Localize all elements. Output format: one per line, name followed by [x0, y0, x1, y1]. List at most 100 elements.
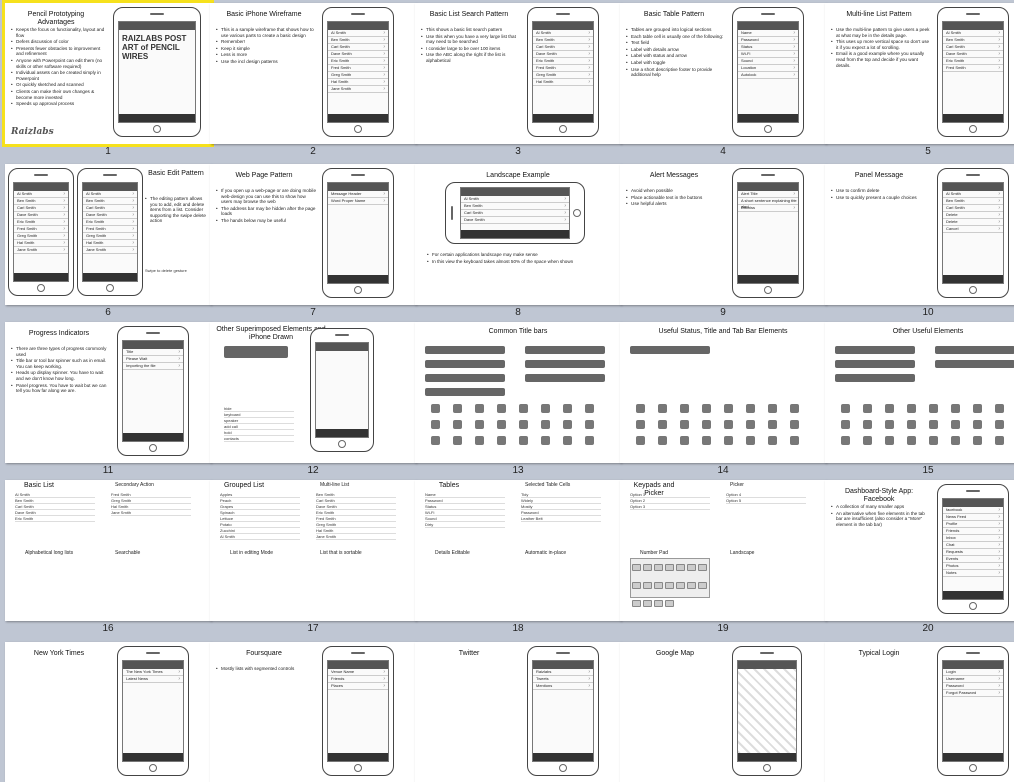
slide-thumbnail-20[interactable]: Dashboard-Style App: FacebookA collectio…	[825, 480, 1014, 621]
phone-screen: Al SmithBen SmithCarl SmithDave SmithEri…	[82, 182, 138, 282]
bullet-item: Defers discussion of color	[11, 39, 107, 45]
glyph-icon	[790, 420, 799, 429]
slide-number: 4	[720, 146, 726, 157]
list-row: Eric Smith	[14, 219, 68, 226]
list-row: Word Proper Name	[328, 198, 388, 205]
slide-thumbnail-21[interactable]: New York Times The New York TimesLatest N…	[5, 642, 211, 782]
iphone-wireframe: NamePasswordStatusWi-FiSoundLocationAuto…	[732, 7, 804, 137]
home-button-icon	[106, 284, 114, 292]
list-row: Ben Smith	[83, 198, 137, 205]
mini-list-row: Al Smith	[220, 534, 300, 540]
list-row: Notes	[943, 570, 1003, 577]
list-row: Fred Smith	[83, 226, 137, 233]
slide-thumbnail-9[interactable]: Alert Messages Avoid when possiblePlace a…	[620, 164, 826, 305]
glyph-icon	[973, 404, 982, 413]
slide-thumbnail-24[interactable]: Google Map	[620, 642, 826, 782]
list-row: Password	[943, 683, 1003, 690]
phone-screen	[315, 342, 369, 438]
mini-list: Tidy Widely Mostly Password Leather Belt	[521, 492, 601, 522]
iphone-wireframe: Al SmithBen SmithCarl SmithDave SmithEri…	[322, 7, 394, 137]
bullet-item: Each table cell is usually one of the fo…	[626, 34, 726, 40]
slide-thumbnail-4[interactable]: Basic Table Pattern Tables are grouped in…	[620, 3, 826, 144]
title-bar-sample: Save	[835, 360, 915, 374]
slide-thumbnail-22[interactable]: Foursquare Mostly lists with segmented co…	[210, 642, 416, 782]
slide-number: 15	[922, 465, 934, 476]
list-row: Events	[943, 556, 1003, 563]
glyph-icon	[929, 436, 938, 445]
slide-title: Alert Messages	[649, 172, 699, 179]
slide-thumbnail-23[interactable]: Twitter RaizlabsTweetsMentions	[415, 642, 621, 782]
mini-list-row: Option 3	[630, 504, 710, 510]
slide-cell: Alert Messages Avoid when possiblePlace a…	[620, 164, 826, 322]
speaker-icon	[146, 332, 160, 334]
title-bar-label: Button	[839, 383, 851, 388]
glyph-icon	[907, 420, 916, 429]
phone-screen: RaizlabsTweetsMentions	[532, 660, 594, 762]
keyboard-key	[632, 564, 641, 571]
slide-thumbnail-25[interactable]: Typical Login LoginUsernamePasswordForgot…	[825, 642, 1014, 782]
mini-list: Option 1 Option 2 Option 3	[630, 492, 710, 510]
section-label: Landscape	[730, 550, 755, 556]
slide-thumbnail-11[interactable]: Progress Indicators There are three types…	[5, 322, 211, 463]
slide-number: 10	[922, 307, 934, 318]
slide-thumbnail-18[interactable]: Tables Selected Table Cells Details Editab…	[415, 480, 621, 621]
bullet-item: A collection of many smaller apps	[831, 504, 931, 510]
title-bar-label: Button	[939, 369, 951, 374]
keyboard-key	[687, 564, 696, 571]
slide-thumbnail-12[interactable]: Other Superimposed Elements and iPhone D…	[210, 322, 416, 463]
slide-thumbnail-8[interactable]: Landscape Example Al SmithBen SmithCarl S…	[415, 164, 621, 305]
slide-thumbnail-15[interactable]: Other Useful Elements Tooltip Cancel Save Bu…	[825, 322, 1014, 463]
slide-sorter-grid: Pencil Prototyping AdvantagesKeeps the f…	[0, 0, 1014, 782]
slide-number: 1	[105, 146, 111, 157]
list-row: Message Header	[328, 191, 388, 198]
slide-number: 20	[922, 623, 934, 634]
home-button-icon	[153, 125, 161, 133]
bullet-item: If you open up a web-page or are doing m…	[216, 188, 316, 205]
list-row: Carl Smith	[943, 205, 1003, 212]
slide-thumbnail-16[interactable]: Basic List Secondary Action Alphabetical l…	[5, 480, 211, 621]
slide-thumbnail-5[interactable]: Multi-line List Pattern Use the multi-lin…	[825, 3, 1014, 144]
speaker-icon	[351, 652, 365, 654]
phone-screen: RAIZLABS POST ART of PENCIL WIRES	[118, 21, 196, 123]
mini-list: Ben Smith Carl Smith Dave Smith Eric Smith F…	[316, 492, 396, 540]
slide-number: 8	[515, 307, 521, 318]
bullet-list: Avoid when possiblePlace actionable text…	[626, 188, 726, 208]
slide-thumbnail-7[interactable]: Web Page Pattern If you open up a web-pag…	[210, 164, 416, 305]
mini-list-row: Leather Belt	[521, 516, 601, 522]
home-button-icon	[764, 125, 772, 133]
slide-cell: Basic Table Pattern Tables are grouped in…	[620, 3, 826, 161]
title-bar-label: Title	[429, 397, 437, 402]
slide-thumbnail-19[interactable]: Keypads and Picker Picker Number Pad Landsc…	[620, 480, 826, 621]
slide-number: 11	[102, 465, 114, 476]
slide-thumbnail-2[interactable]: Basic iPhone Wireframe This is a sample w…	[210, 3, 416, 144]
slide-thumbnail-13[interactable]: Common Title bars Basic List Edit Item View…	[415, 322, 621, 463]
phone-title-bar	[461, 188, 569, 196]
slide-thumbnail-10[interactable]: Panel Message Use to confirm deleteUse to…	[825, 164, 1014, 305]
slide-title: Basic Table Pattern	[643, 11, 705, 18]
list-row: Hal Smith	[14, 240, 68, 247]
mini-list-row: Dirty	[425, 522, 505, 528]
slide-number: 14	[717, 465, 729, 476]
phone-screen	[737, 660, 797, 762]
slide-thumbnail-6[interactable]: Al SmithBen SmithCarl SmithDave SmithEri…	[5, 164, 211, 305]
list-row: A short sentence explaining the alert	[738, 198, 798, 209]
slide-title: Useful Status, Title and Tab Bar Element…	[658, 328, 788, 335]
speaker-icon	[761, 13, 775, 15]
glyph-icon	[475, 404, 484, 413]
glyph-icon	[585, 420, 594, 429]
slide-thumbnail-1[interactable]: Pencil Prototyping AdvantagesKeeps the f…	[2, 0, 214, 147]
slide-number: 9	[720, 307, 726, 318]
list-row: Name	[738, 30, 798, 37]
slide-thumbnail-3[interactable]: Basic List Search Pattern This shows a ba…	[415, 3, 621, 144]
slide-title: Basic Edit Pattern	[148, 170, 204, 177]
bullet-item: Text field	[626, 40, 726, 46]
slide-thumbnail-17[interactable]: Grouped List Multi-line List List in editi…	[210, 480, 416, 621]
slide-cell: Other Superimposed Elements and iPhone D…	[210, 322, 416, 480]
glyph-icon	[563, 420, 572, 429]
list-row: Dave Smith	[14, 212, 68, 219]
slide-thumbnail-14[interactable]: Useful Status, Title and Tab Bar Element…	[620, 322, 826, 463]
title-bar-sample: Write a caption	[630, 346, 710, 360]
bullet-item: Email is a good example where you usuall…	[831, 51, 931, 68]
iphone-wireframe: TitlePlease WaitImporting the file	[117, 326, 189, 456]
bullet-item: Clients can make their own changes & bec…	[11, 89, 107, 100]
